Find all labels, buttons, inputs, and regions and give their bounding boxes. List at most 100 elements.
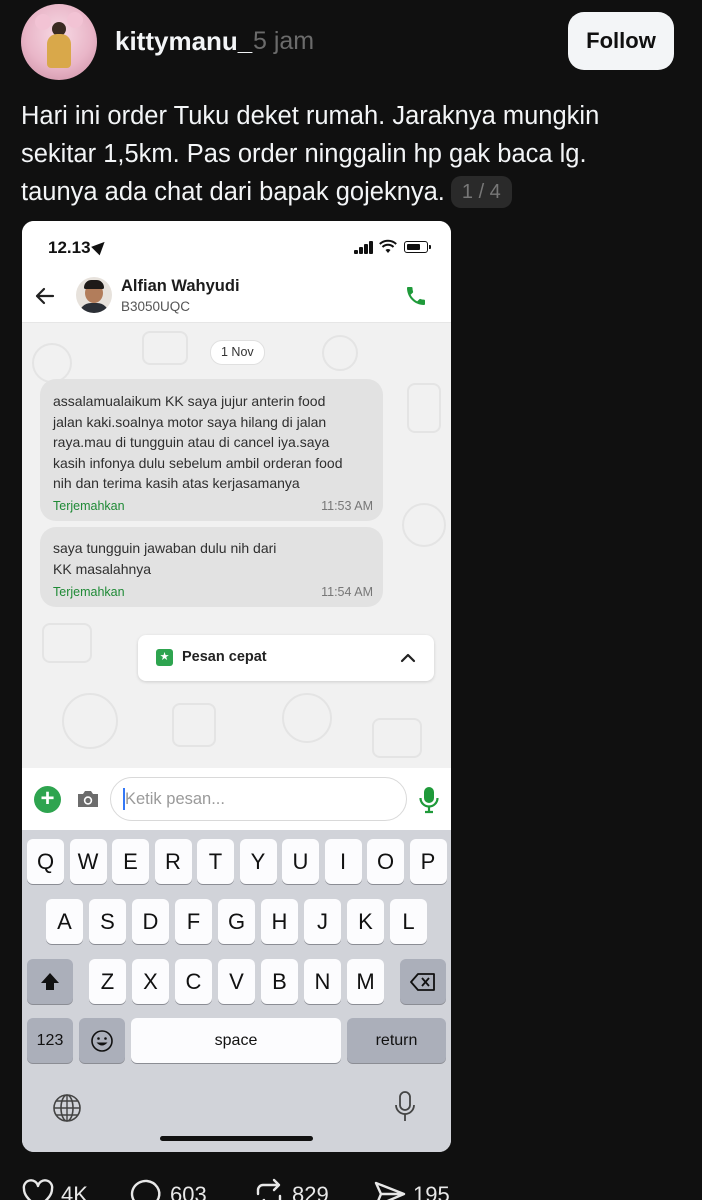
key-z[interactable]: Z	[89, 959, 126, 1004]
backspace-key[interactable]	[400, 959, 446, 1004]
shift-key[interactable]	[27, 959, 73, 1004]
key-r[interactable]: R	[154, 839, 192, 884]
background-doodle	[172, 703, 216, 747]
key-y[interactable]: Y	[239, 839, 277, 884]
message-line: KK masalahnya	[53, 560, 152, 577]
post-actions: 4K 603 829 195	[0, 1170, 702, 1200]
like-button[interactable]: 4K	[21, 1178, 88, 1200]
key-q[interactable]: Q	[27, 839, 64, 884]
username[interactable]: kittymanu_	[115, 26, 252, 57]
avatar-person-body	[47, 34, 71, 68]
background-doodle	[62, 693, 118, 749]
key-a[interactable]: A	[46, 899, 83, 944]
key-j[interactable]: J	[304, 899, 341, 944]
key-b[interactable]: B	[261, 959, 298, 1004]
key-i[interactable]: I	[324, 839, 362, 884]
post-text-line: Hari ini order Tuku deket rumah. Jarakny…	[21, 102, 600, 130]
background-doodle	[42, 623, 92, 663]
status-bar: 12.13	[22, 221, 451, 275]
message-line: nih dan terima kasih atas kerjasamanya	[53, 475, 300, 491]
key-l[interactable]: L	[390, 899, 427, 944]
message-line: raya.mau di tungguin atau di cancel iya.…	[53, 434, 330, 450]
background-doodle	[282, 693, 332, 743]
post-time: 5 jam	[253, 27, 315, 55]
contact-plate-number: B3050UQC	[121, 299, 191, 314]
microphone-icon[interactable]	[418, 786, 440, 814]
key-e[interactable]: E	[112, 839, 149, 884]
emoji-icon	[91, 1029, 113, 1052]
contact-name: Alfian Wahyudi	[121, 277, 240, 295]
comment-count: 603	[170, 1182, 207, 1200]
key-u[interactable]: U	[282, 839, 319, 884]
post-text-line: sekitar 1,5km. Pas order ninggalin hp ga…	[21, 140, 587, 168]
dictation-mic-icon[interactable]	[394, 1090, 416, 1124]
background-doodle	[402, 503, 446, 547]
date-chip: 1 Nov	[210, 340, 265, 365]
repost-icon	[256, 1178, 282, 1200]
call-icon[interactable]	[404, 284, 428, 308]
post-text-line: taunya ada chat dari bapak gojeknya. 1 / …	[21, 173, 681, 211]
key-p[interactable]: P	[409, 839, 447, 884]
chat-message-area[interactable]: 1 Nov assalamualaikum KK saya jujur ante…	[22, 323, 451, 768]
heart-icon	[22, 1179, 54, 1200]
share-paper-plane-icon	[374, 1181, 406, 1200]
key-t[interactable]: T	[197, 839, 234, 884]
translate-link[interactable]: Terjemahkan	[53, 585, 125, 599]
globe-icon[interactable]	[52, 1093, 82, 1123]
user-avatar[interactable]	[21, 4, 97, 80]
background-doodle	[142, 331, 188, 365]
share-button[interactable]: 195	[373, 1178, 450, 1200]
key-c[interactable]: C	[175, 959, 212, 1004]
key-x[interactable]: X	[132, 959, 169, 1004]
message-input[interactable]	[110, 777, 407, 821]
key-n[interactable]: N	[304, 959, 341, 1004]
message-bubble[interactable]: assalamualaikum KK saya jujur anterin fo…	[40, 379, 383, 521]
background-doodle	[32, 343, 72, 383]
key-f[interactable]: F	[175, 899, 212, 944]
key-o[interactable]: O	[367, 839, 404, 884]
message-line: saya tungguin jawaban dulu nih dari	[53, 540, 277, 556]
message-bubble[interactable]: saya tungguin jawaban dulu nih dari KK m…	[40, 527, 383, 607]
translate-link[interactable]: Terjemahkan	[53, 499, 125, 513]
star-badge-icon: ★	[156, 649, 173, 666]
message-line: assalamualaikum KK saya jujur anterin fo…	[53, 393, 326, 409]
follow-button[interactable]: Follow	[568, 12, 674, 70]
background-doodle	[407, 383, 441, 433]
key-v[interactable]: V	[218, 959, 255, 1004]
return-key[interactable]: return	[347, 1018, 446, 1063]
message-timestamp: 11:54 AM	[321, 585, 373, 599]
back-arrow-icon[interactable]	[32, 283, 58, 309]
plus-icon[interactable]: +	[34, 786, 61, 813]
avatar-balloon	[67, 12, 83, 28]
comment-button[interactable]: 603	[130, 1178, 207, 1200]
post-text-line-content: taunya ada chat dari bapak gojeknya.	[21, 178, 445, 206]
camera-icon[interactable]	[76, 789, 100, 809]
backspace-icon	[410, 972, 435, 991]
post-text: Hari ini order Tuku deket rumah. Jarakny…	[21, 97, 681, 211]
space-key[interactable]: space	[131, 1018, 341, 1063]
wifi-icon	[379, 239, 397, 253]
avatar-balloon	[35, 14, 51, 30]
like-count: 4K	[61, 1182, 88, 1200]
message-line: kasih infonya dulu sebelum ambil orderan…	[53, 454, 343, 471]
share-count: 195	[413, 1182, 450, 1200]
attached-screenshot[interactable]: 12.13 Alfian Wahyudi B3050UQC 1 Nov assa…	[22, 221, 451, 1152]
key-s[interactable]: S	[89, 899, 126, 944]
emoji-key[interactable]	[79, 1018, 125, 1063]
key-h[interactable]: H	[261, 899, 298, 944]
message-text: assalamualaikum KK saya jujur anterin fo…	[53, 391, 371, 494]
message-input-bar: +	[22, 768, 451, 830]
numbers-key[interactable]: 123	[27, 1018, 73, 1063]
key-m[interactable]: M	[347, 959, 384, 1004]
key-d[interactable]: D	[132, 899, 169, 944]
key-k[interactable]: K	[347, 899, 384, 944]
shift-arrow-icon	[41, 972, 59, 990]
contact-avatar[interactable]	[76, 277, 112, 313]
chevron-up-icon[interactable]	[398, 648, 418, 668]
key-g[interactable]: G	[218, 899, 255, 944]
comment-bubble-icon	[130, 1179, 161, 1200]
onscreen-keyboard: Q W E R T Y U I O P A S D F G H J K L Z …	[22, 830, 451, 1152]
repost-button[interactable]: 829	[252, 1178, 329, 1200]
quick-reply-panel[interactable]: ★ Pesan cepat	[138, 635, 434, 681]
key-w[interactable]: W	[69, 839, 107, 884]
